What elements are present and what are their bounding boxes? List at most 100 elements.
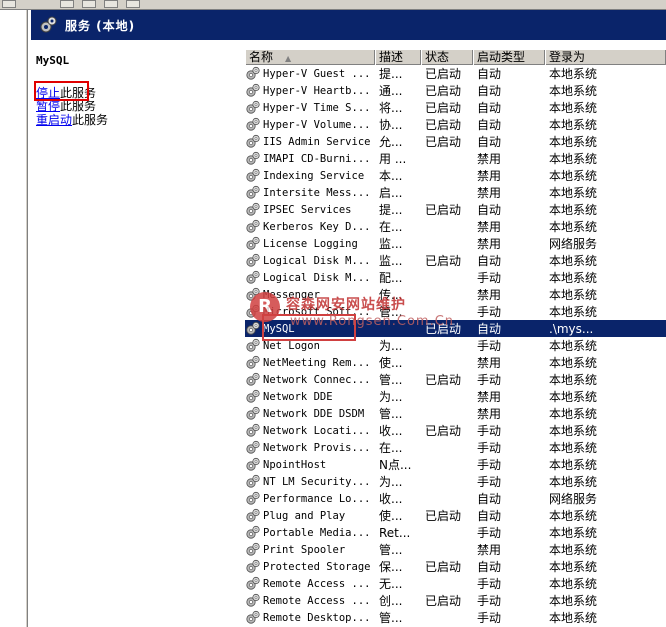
cell-description: 配... — [379, 271, 403, 285]
table-row[interactable]: IMAPI CD-Burni... 用 ... 禁用 本地系统 — [245, 150, 666, 167]
cell-name: Intersite Mess... — [245, 185, 375, 200]
cell-log-on-as: 本地系统 — [549, 118, 598, 132]
table-row[interactable]: Hyper-V Guest ... 提... 已启动 自动 本地系统 — [245, 65, 666, 82]
table-row[interactable]: Logical Disk M... 监... 已启动 自动 本地系统 — [245, 252, 666, 269]
service-gear-icon — [246, 151, 260, 165]
cell-startup-type: 手动 — [477, 611, 502, 625]
table-row[interactable]: Performance Lo... 收... 自动 网络服务 — [245, 490, 666, 507]
cell-description: 协... — [379, 118, 403, 132]
cell-description: 监... — [379, 237, 403, 251]
service-name: Hyper-V Time S... — [263, 101, 371, 114]
service-name: Network Connec... — [263, 373, 371, 386]
table-row[interactable]: Network DDE DSDM 管... 禁用 本地系统 — [245, 405, 666, 422]
table-row[interactable]: Logical Disk M... 配... 手动 本地系统 — [245, 269, 666, 286]
cell-description: 使... — [379, 356, 403, 370]
table-row[interactable]: Messenger 传... 禁用 本地系统 — [245, 286, 666, 303]
service-gear-icon — [246, 406, 260, 420]
table-row[interactable]: Remote Access ... 无... 手动 本地系统 — [245, 575, 666, 592]
toolbar-button[interactable] — [126, 0, 140, 8]
table-row[interactable]: Network Locati... 收... 已启动 手动 本地系统 — [245, 422, 666, 439]
service-name: Logical Disk M... — [263, 271, 371, 284]
service-gear-icon — [246, 508, 260, 522]
column-header-name[interactable]: 名称 ▲ — [245, 50, 375, 65]
service-gear-icon — [246, 440, 260, 454]
toolbar-button[interactable] — [82, 0, 96, 8]
cell-description: 提... — [379, 67, 403, 81]
column-header-log-on-as[interactable]: 登录为 — [545, 50, 666, 65]
cell-startup-type: 自动 — [477, 67, 502, 81]
service-gear-icon — [246, 542, 260, 556]
column-header-startup-type[interactable]: 启动类型 — [473, 50, 545, 65]
restart-service-action: 重启动此服务 — [36, 111, 108, 128]
cell-startup-type: 自动 — [477, 135, 502, 149]
table-row[interactable]: Microsoft Soft... 管... 手动 本地系统 — [245, 303, 666, 320]
service-gear-icon — [246, 576, 260, 590]
service-gear-icon — [246, 270, 260, 284]
cell-name: NpointHost — [245, 457, 375, 472]
toolbar-button[interactable] — [2, 0, 16, 8]
table-row[interactable]: Network DDE 为... 禁用 本地系统 — [245, 388, 666, 405]
service-gear-icon — [246, 100, 260, 114]
table-row[interactable]: NT LM Security... 为... 手动 本地系统 — [245, 473, 666, 490]
top-toolbar-strip — [0, 0, 666, 10]
table-row[interactable]: Net Logon 为... 手动 本地系统 — [245, 337, 666, 354]
cell-description: 通... — [379, 84, 403, 98]
toolbar-button[interactable] — [104, 0, 118, 8]
table-row[interactable]: Network Connec... 管... 已启动 手动 本地系统 — [245, 371, 666, 388]
table-row[interactable]: IIS Admin Service 允... 已启动 自动 本地系统 — [245, 133, 666, 150]
service-gear-icon — [246, 236, 260, 250]
cell-startup-type: 自动 — [477, 322, 502, 336]
column-header-status[interactable]: 状态 — [421, 50, 473, 65]
table-row[interactable]: Indexing Service 本... 禁用 本地系统 — [245, 167, 666, 184]
cell-name: Indexing Service — [245, 168, 375, 183]
cell-startup-type: 手动 — [477, 577, 502, 591]
table-row[interactable]: Hyper-V Volume... 协... 已启动 自动 本地系统 — [245, 116, 666, 133]
table-row[interactable]: Kerberos Key D... 在... 禁用 本地系统 — [245, 218, 666, 235]
cell-name: Network DDE — [245, 389, 375, 404]
table-row[interactable]: NpointHost N点... 手动 本地系统 — [245, 456, 666, 473]
cell-startup-type: 禁用 — [477, 237, 502, 251]
table-row[interactable]: IPSEC Services 提... 已启动 自动 本地系统 — [245, 201, 666, 218]
service-gear-icon — [246, 304, 260, 318]
cell-description: 在... — [379, 220, 403, 234]
table-row[interactable]: Network Provis... 在... 手动 本地系统 — [245, 439, 666, 456]
cell-log-on-as: 本地系统 — [549, 101, 598, 115]
restart-service-link[interactable]: 重启动 — [36, 113, 72, 127]
table-row[interactable]: Remote Access ... 创... 已启动 手动 本地系统 — [245, 592, 666, 609]
table-row[interactable]: Remote Desktop... 管... 手动 本地系统 — [245, 609, 666, 626]
cell-log-on-as: 本地系统 — [549, 390, 598, 404]
cell-description: 将... — [379, 101, 403, 115]
table-row[interactable]: NetMeeting Rem... 使... 禁用 本地系统 — [245, 354, 666, 371]
cell-startup-type: 自动 — [477, 492, 502, 506]
table-row-selected[interactable]: MySQL 已启动 自动 .\mys... — [245, 320, 666, 337]
service-gear-icon — [246, 610, 260, 624]
cell-status: 已启动 — [425, 203, 462, 217]
cell-startup-type: 手动 — [477, 424, 502, 438]
service-name: Messenger — [263, 288, 320, 301]
table-row[interactable]: License Logging 监... 禁用 网络服务 — [245, 235, 666, 252]
toolbar-button[interactable] — [60, 0, 74, 8]
service-gear-icon — [246, 66, 260, 80]
table-row[interactable]: Plug and Play 使... 已启动 自动 本地系统 — [245, 507, 666, 524]
table-row[interactable]: Portable Media... Ret... 手动 本地系统 — [245, 524, 666, 541]
service-name: Net Logon — [263, 339, 320, 352]
service-name: IMAPI CD-Burni... — [263, 152, 371, 165]
table-row[interactable]: Intersite Mess... 启... 禁用 本地系统 — [245, 184, 666, 201]
cell-status: 已启动 — [425, 560, 462, 574]
cell-name: Microsoft Soft... — [245, 304, 375, 319]
cell-log-on-as: 本地系统 — [549, 407, 598, 421]
table-row[interactable]: Protected Storage 保... 已启动 自动 本地系统 — [245, 558, 666, 575]
column-header-description[interactable]: 描述 — [375, 50, 421, 65]
cell-log-on-as: 本地系统 — [549, 288, 598, 302]
table-row[interactable]: Hyper-V Heartb... 通... 已启动 自动 本地系统 — [245, 82, 666, 99]
cell-status: 已启动 — [425, 135, 462, 149]
service-gear-icon — [246, 423, 260, 437]
cell-status: 已启动 — [425, 67, 462, 81]
column-header-row: 名称 ▲ 描述 状态 启动类型 登录为 — [245, 50, 666, 65]
table-row[interactable]: Hyper-V Time S... 将... 已启动 自动 本地系统 — [245, 99, 666, 116]
cell-description: 用 ... — [379, 152, 407, 166]
table-row[interactable]: Print Spooler 管... 禁用 本地系统 — [245, 541, 666, 558]
cell-description: Ret... — [379, 525, 411, 540]
cell-status: 已启动 — [425, 84, 462, 98]
window-title: 服务 (本地) — [65, 18, 136, 33]
